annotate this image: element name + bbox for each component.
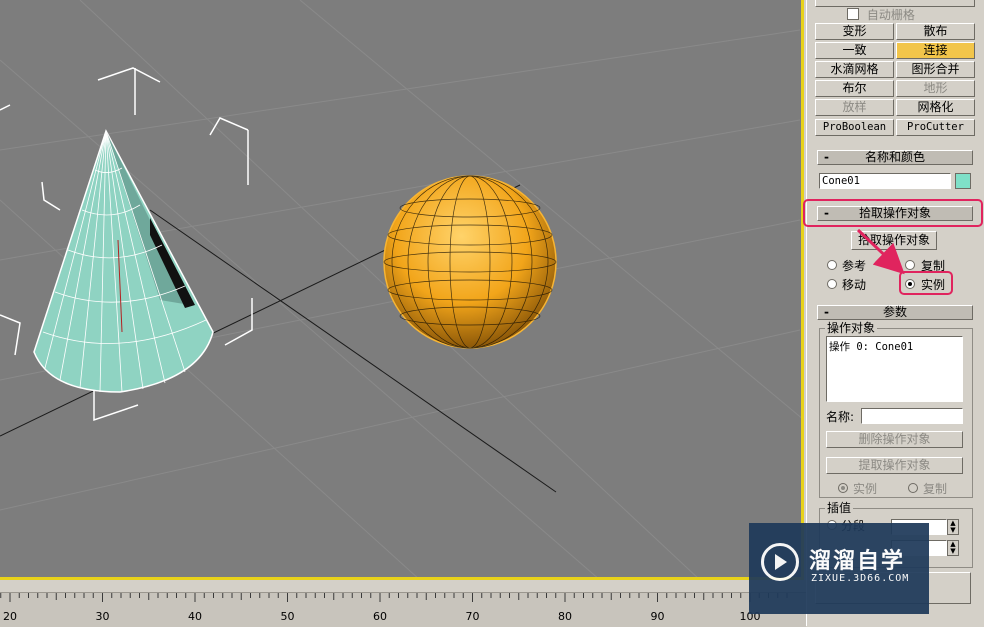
viewport-scene[interactable] bbox=[0, 0, 804, 580]
collapse-icon: - bbox=[824, 305, 829, 319]
object-name-field[interactable]: Cone01 bbox=[819, 173, 951, 189]
cone-object[interactable] bbox=[33, 129, 214, 393]
spinner-arrows-icon[interactable]: ▲ ▼ bbox=[947, 519, 959, 535]
ruler-tick-label: 30 bbox=[96, 610, 110, 623]
terrain-button[interactable]: 地形 bbox=[896, 80, 975, 97]
shapemerge-button[interactable]: 图形合并 bbox=[896, 61, 975, 78]
autogrid-label: 自动栅格 bbox=[866, 8, 915, 22]
ruler-tick-label: 90 bbox=[651, 610, 665, 623]
rollout-title: 参数 bbox=[882, 305, 907, 319]
collapse-icon: - bbox=[824, 150, 829, 164]
viewport-bottom-strip bbox=[0, 580, 806, 592]
operand-name-label: 名称: bbox=[826, 410, 855, 424]
ruler-ticks: 20 30 40 50 60 70 80 90 100 bbox=[0, 593, 788, 623]
move-label: 移动 bbox=[842, 278, 867, 292]
delete-operand-button[interactable]: 删除操作对象 bbox=[826, 431, 963, 448]
collapse-icon: - bbox=[824, 206, 829, 220]
extract-instance-radio[interactable] bbox=[838, 483, 848, 493]
parameters-rollout[interactable]: - 参数 bbox=[817, 305, 973, 320]
scatter-button[interactable]: 散布 bbox=[896, 23, 975, 40]
instance-label: 实例 bbox=[921, 278, 946, 292]
boolean-button[interactable]: 布尔 bbox=[815, 80, 894, 97]
watermark-overlay: 溜溜自学 ZIXUE.3D66.COM bbox=[749, 523, 929, 614]
timeline-ruler[interactable]: 20 30 40 50 60 70 80 90 100 bbox=[0, 592, 806, 627]
extract-copy-label: 复制 bbox=[923, 482, 948, 496]
operands-list[interactable]: 操作 0: Cone01 bbox=[826, 336, 963, 402]
spinner-arrows-icon[interactable]: ▲ ▼ bbox=[947, 540, 959, 556]
operand-item[interactable]: 操作 0: Cone01 bbox=[827, 337, 962, 356]
copy-radio[interactable] bbox=[905, 260, 915, 270]
play-triangle-icon bbox=[775, 554, 787, 570]
extract-copy-radio[interactable] bbox=[908, 483, 918, 493]
move-radio[interactable] bbox=[827, 279, 837, 289]
conform-button[interactable]: 一致 bbox=[815, 42, 894, 59]
name-color-rollout[interactable]: - 名称和颜色 bbox=[817, 150, 973, 165]
interpolation-group-title: 插值 bbox=[825, 501, 854, 515]
morph-button[interactable]: 变形 bbox=[815, 23, 894, 40]
procutter-button[interactable]: ProCutter bbox=[896, 119, 975, 136]
object-color-swatch[interactable] bbox=[955, 173, 971, 189]
watermark-title: 溜溜自学 bbox=[809, 549, 906, 574]
blobmesh-button[interactable]: 水滴网格 bbox=[815, 61, 894, 78]
autogrid-checkbox[interactable]: 自动栅格 bbox=[847, 6, 915, 23]
ruler-tick-label: 40 bbox=[188, 610, 202, 623]
ruler-tick-label: 20 bbox=[3, 610, 17, 623]
extract-operand-button[interactable]: 提取操作对象 bbox=[826, 457, 963, 474]
pick-operand-button[interactable]: 拾取操作对象 bbox=[851, 231, 937, 250]
ruler-tick-label: 80 bbox=[558, 610, 572, 623]
connect-button[interactable]: 连接 bbox=[896, 42, 975, 59]
rollout-title: 拾取操作对象 bbox=[858, 206, 931, 220]
loft-button[interactable]: 放样 bbox=[815, 99, 894, 116]
watermark-subtitle: ZIXUE.3D66.COM bbox=[811, 573, 910, 584]
ruler-tick-label: 50 bbox=[281, 610, 295, 623]
extract-instance-label: 实例 bbox=[853, 482, 878, 496]
reference-label: 参考 bbox=[842, 259, 867, 273]
mesher-button[interactable]: 网格化 bbox=[896, 99, 975, 116]
ruler-tick-label: 60 bbox=[373, 610, 387, 623]
ruler-tick-label: 70 bbox=[466, 610, 480, 623]
reference-radio[interactable] bbox=[827, 260, 837, 270]
pick-operand-rollout[interactable]: - 拾取操作对象 bbox=[817, 206, 973, 221]
rollout-title: 名称和颜色 bbox=[864, 150, 925, 164]
operand-name-field[interactable] bbox=[861, 408, 963, 424]
sphere-object[interactable] bbox=[383, 175, 557, 349]
instance-radio[interactable] bbox=[905, 279, 915, 289]
proboolean-button[interactable]: ProBoolean bbox=[815, 119, 894, 136]
perspective-viewport[interactable] bbox=[0, 0, 804, 580]
checkbox-box[interactable] bbox=[847, 8, 859, 20]
operands-group-title: 操作对象 bbox=[825, 321, 878, 335]
